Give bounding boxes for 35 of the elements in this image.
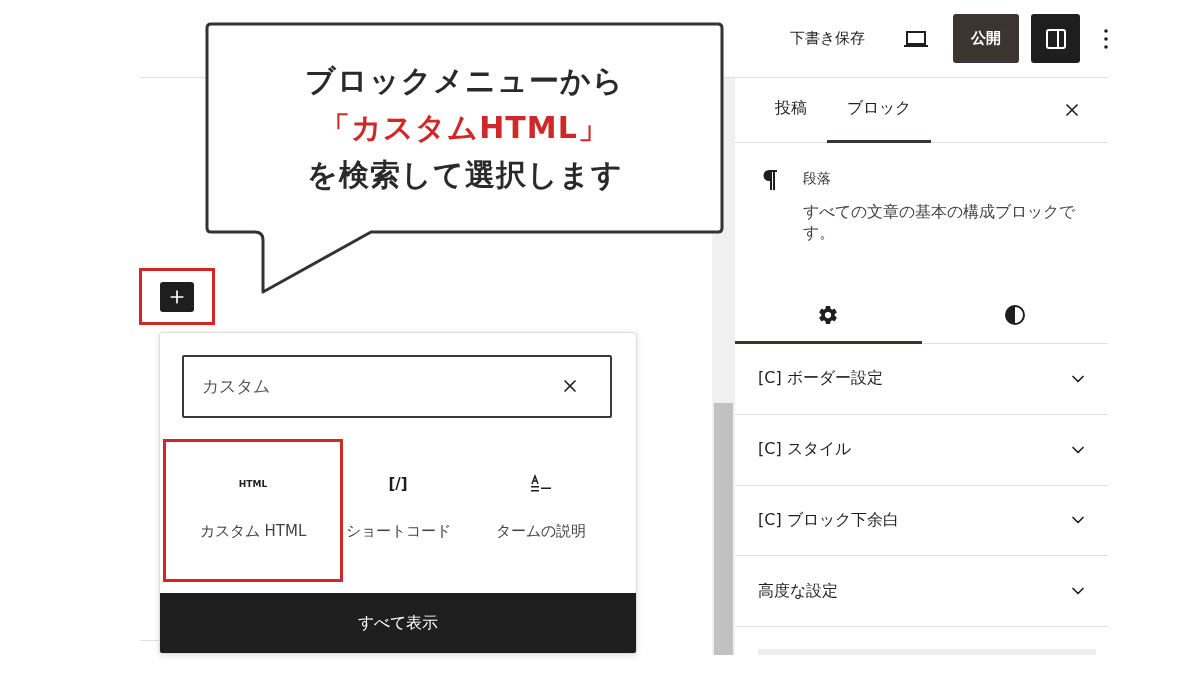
block-description: すべての文章の基本の構成ブロックです。 bbox=[803, 201, 1076, 244]
browse-all-button[interactable]: すべて表示 bbox=[160, 593, 636, 653]
more-icon bbox=[1104, 28, 1108, 49]
callout-text: 「カスタムHTML」 bbox=[320, 108, 609, 147]
panel-title: [C] ボーダー設定 bbox=[758, 368, 883, 390]
settings-toggle[interactable] bbox=[1031, 14, 1080, 63]
term-description-icon bbox=[530, 474, 552, 494]
block-option[interactable]: [/] ショートコード bbox=[343, 439, 453, 582]
block-icon: [/] bbox=[388, 474, 408, 494]
settings-panel[interactable]: [C] ブロック下余白 bbox=[735, 485, 1108, 557]
panel-title: [C] スタイル bbox=[758, 439, 851, 461]
paragraph-icon bbox=[763, 169, 777, 190]
block-option[interactable]: タームの説明 bbox=[453, 439, 629, 582]
contrast-icon bbox=[1003, 304, 1026, 327]
sidebar-tab[interactable]: ブロック bbox=[827, 78, 931, 143]
sidebar-tab[interactable]: 投稿 bbox=[735, 78, 827, 143]
block-option[interactable]: HTML カスタム HTML bbox=[163, 439, 343, 582]
settings-panel[interactable]: [C] ボーダー設定 bbox=[735, 344, 1108, 415]
search-field[interactable]: カスタム bbox=[182, 355, 612, 418]
settings-panel[interactable]: 高度な設定 bbox=[735, 556, 1108, 628]
block-title: 段落 bbox=[803, 169, 832, 188]
block-icon: HTML bbox=[238, 474, 268, 494]
sidebar-icon bbox=[1044, 27, 1067, 50]
preview-button[interactable] bbox=[903, 29, 929, 48]
panel-title: [C] ブロック下余白 bbox=[758, 509, 899, 531]
callout-text: を検索して選択します bbox=[306, 155, 623, 194]
options-button[interactable] bbox=[1104, 28, 1108, 49]
panel-title: 高度な設定 bbox=[758, 580, 838, 602]
settings-icon bbox=[818, 305, 839, 326]
laptop-icon bbox=[903, 29, 929, 48]
callout-text: ブロックメニューから bbox=[305, 61, 624, 100]
settings-panel[interactable]: [C] スタイル bbox=[735, 414, 1108, 486]
publish-button[interactable]: 公開 bbox=[953, 14, 1019, 63]
add-block-button[interactable] bbox=[160, 281, 194, 312]
save-draft-button[interactable]: 下書き保存 bbox=[790, 29, 865, 48]
